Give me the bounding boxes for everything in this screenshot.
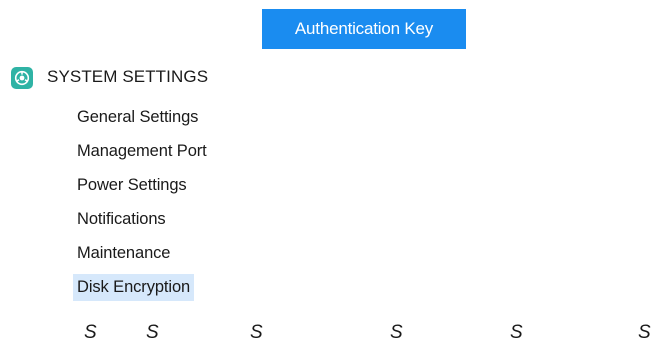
menu-item-maintenance[interactable]: Maintenance bbox=[73, 236, 211, 270]
section-title: SYSTEM SETTINGS bbox=[47, 67, 209, 86]
system-gauge-icon bbox=[11, 66, 33, 89]
glyph-s: S bbox=[250, 322, 263, 343]
menu-item-label: Notifications bbox=[77, 209, 166, 228]
menu-item-label: Maintenance bbox=[77, 243, 171, 262]
settings-menu: General Settings Management Port Power S… bbox=[73, 100, 211, 304]
menu-item-label: Disk Encryption bbox=[73, 273, 195, 301]
menu-item-label: General Settings bbox=[77, 107, 199, 126]
menu-item-management-port[interactable]: Management Port bbox=[73, 134, 211, 168]
system-settings-header[interactable]: SYSTEM SETTINGS bbox=[11, 62, 208, 92]
menu-item-general-settings[interactable]: General Settings bbox=[73, 100, 211, 134]
page: Authentication Key SYSTEM SETTINGS Gener… bbox=[0, 0, 654, 343]
glyph-s: S bbox=[390, 322, 403, 343]
menu-item-notifications[interactable]: Notifications bbox=[73, 202, 211, 236]
glyph-s: S bbox=[638, 322, 651, 343]
authentication-key-button[interactable]: Authentication Key bbox=[262, 9, 466, 49]
menu-item-power-settings[interactable]: Power Settings bbox=[73, 168, 211, 202]
glyph-s: S bbox=[146, 322, 159, 343]
menu-item-label: Management Port bbox=[77, 141, 207, 160]
glyph-s: S bbox=[510, 322, 523, 343]
menu-item-disk-encryption[interactable]: Disk Encryption bbox=[73, 270, 211, 304]
menu-item-label: Power Settings bbox=[77, 175, 187, 194]
glyph-s: S bbox=[84, 322, 97, 343]
